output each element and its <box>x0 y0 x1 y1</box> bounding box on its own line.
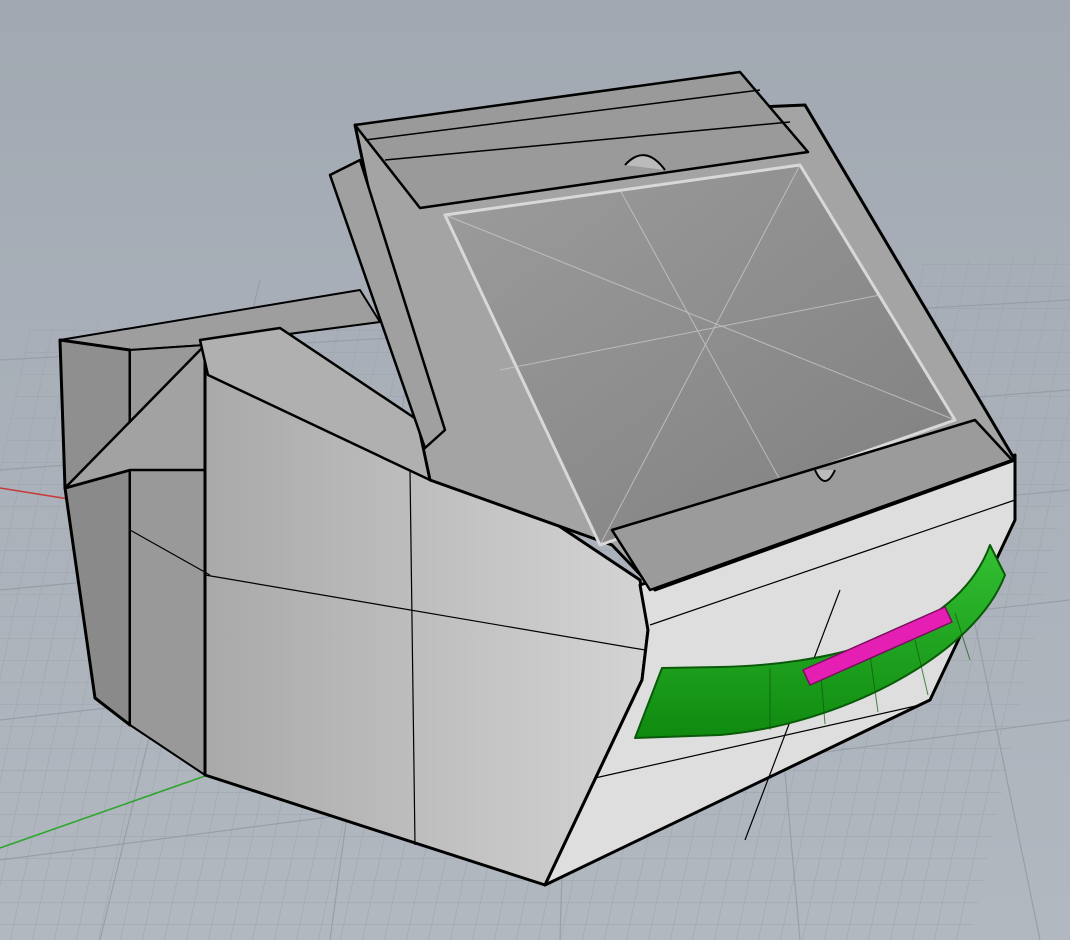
viewport-scene[interactable] <box>0 0 1070 940</box>
3d-viewport[interactable] <box>0 0 1070 940</box>
